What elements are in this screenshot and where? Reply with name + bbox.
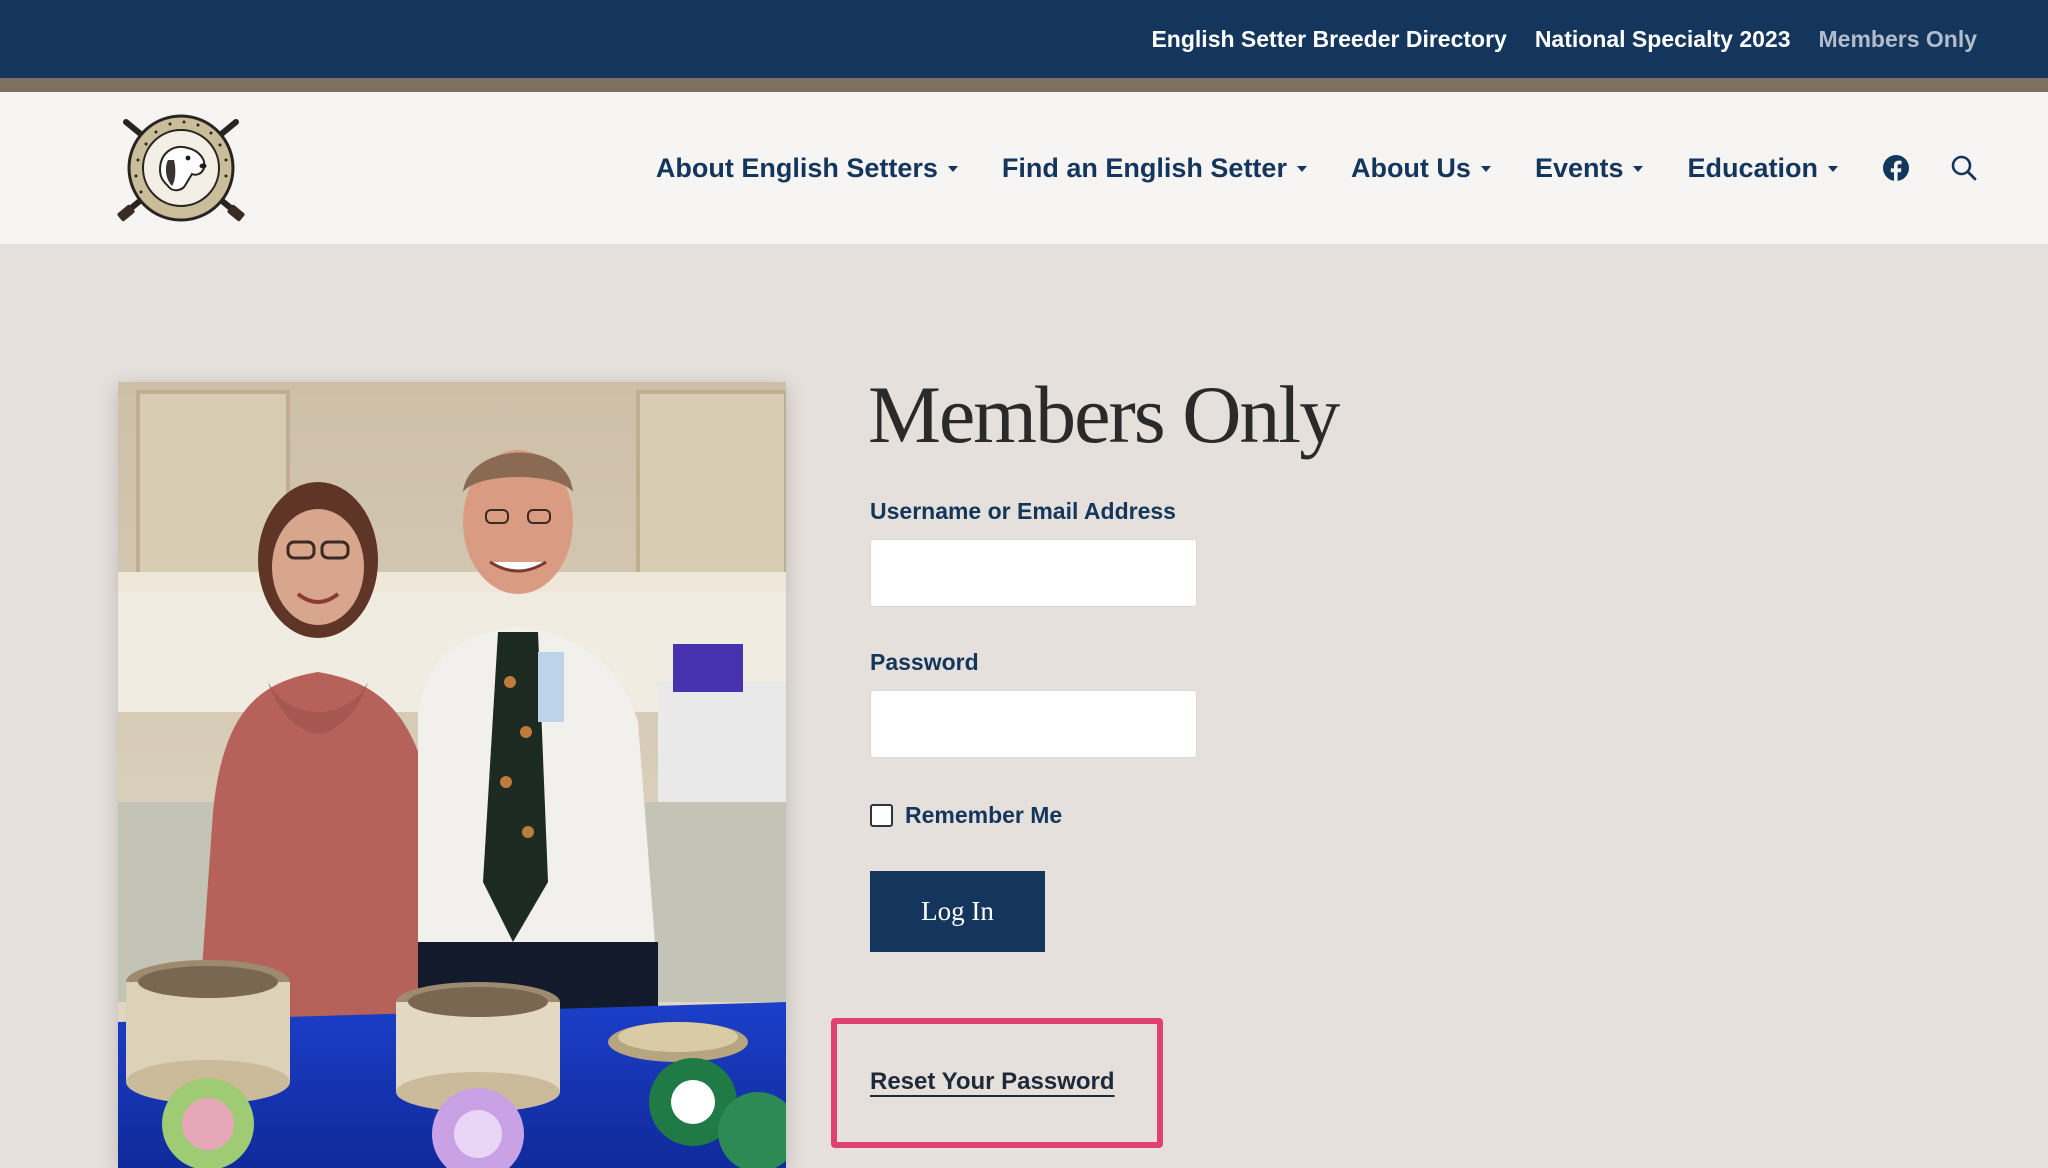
remember-me-checkbox[interactable] [870,803,893,827]
remember-me-row: Remember Me [870,800,1062,830]
login-button[interactable]: Log In [870,871,1045,952]
utility-nav: English Setter Breeder Directory Nationa… [1151,0,1977,78]
breeder-directory-link[interactable]: English Setter Breeder Directory [1151,26,1506,53]
page-title: Members Only [868,369,1340,460]
couple-at-show-table-photo [118,382,786,1168]
facebook-icon[interactable] [1882,154,1910,182]
remember-me-label[interactable]: Remember Me [905,802,1062,829]
header-divider-stripe [0,78,2048,92]
members-photo [118,382,786,1168]
main-nav: About English Setters Find an English Se… [612,92,1978,244]
members-only-link[interactable]: Members Only [1819,26,1978,53]
nav-education[interactable]: Education [1687,153,1838,184]
chevron-down-icon [1828,166,1838,172]
chevron-down-icon [1480,166,1491,172]
username-label: Username or Email Address [870,498,1176,524]
reset-password-link[interactable]: Reset Your Password [870,1068,1115,1096]
chevron-down-icon [947,166,958,172]
password-input[interactable] [870,690,1197,758]
top-utility-bar: English Setter Breeder Directory Nationa… [0,0,2048,78]
password-label: Password [870,649,979,675]
nav-label: Education [1687,152,1818,183]
national-specialty-link[interactable]: National Specialty 2023 [1535,26,1791,53]
nav-about-us[interactable]: About Us [1351,153,1491,184]
nav-label: Find an English Setter [1001,152,1287,183]
username-input[interactable] [870,539,1197,607]
nav-events[interactable]: Events [1535,153,1644,184]
site-logo[interactable] [116,110,246,226]
nav-label: About English Setters [655,152,938,183]
chevron-down-icon [1296,166,1307,172]
nav-label: About Us [1350,152,1471,183]
search-icon[interactable] [1950,154,1978,182]
nav-about-english-setters[interactable]: About English Setters [656,153,958,184]
nav-find-an-english-setter[interactable]: Find an English Setter [1002,153,1307,184]
nav-label: Events [1534,152,1624,183]
site-header: About English Setters Find an English Se… [0,92,2048,244]
chevron-down-icon [1633,166,1644,172]
esaa-logo-icon [117,114,245,222]
